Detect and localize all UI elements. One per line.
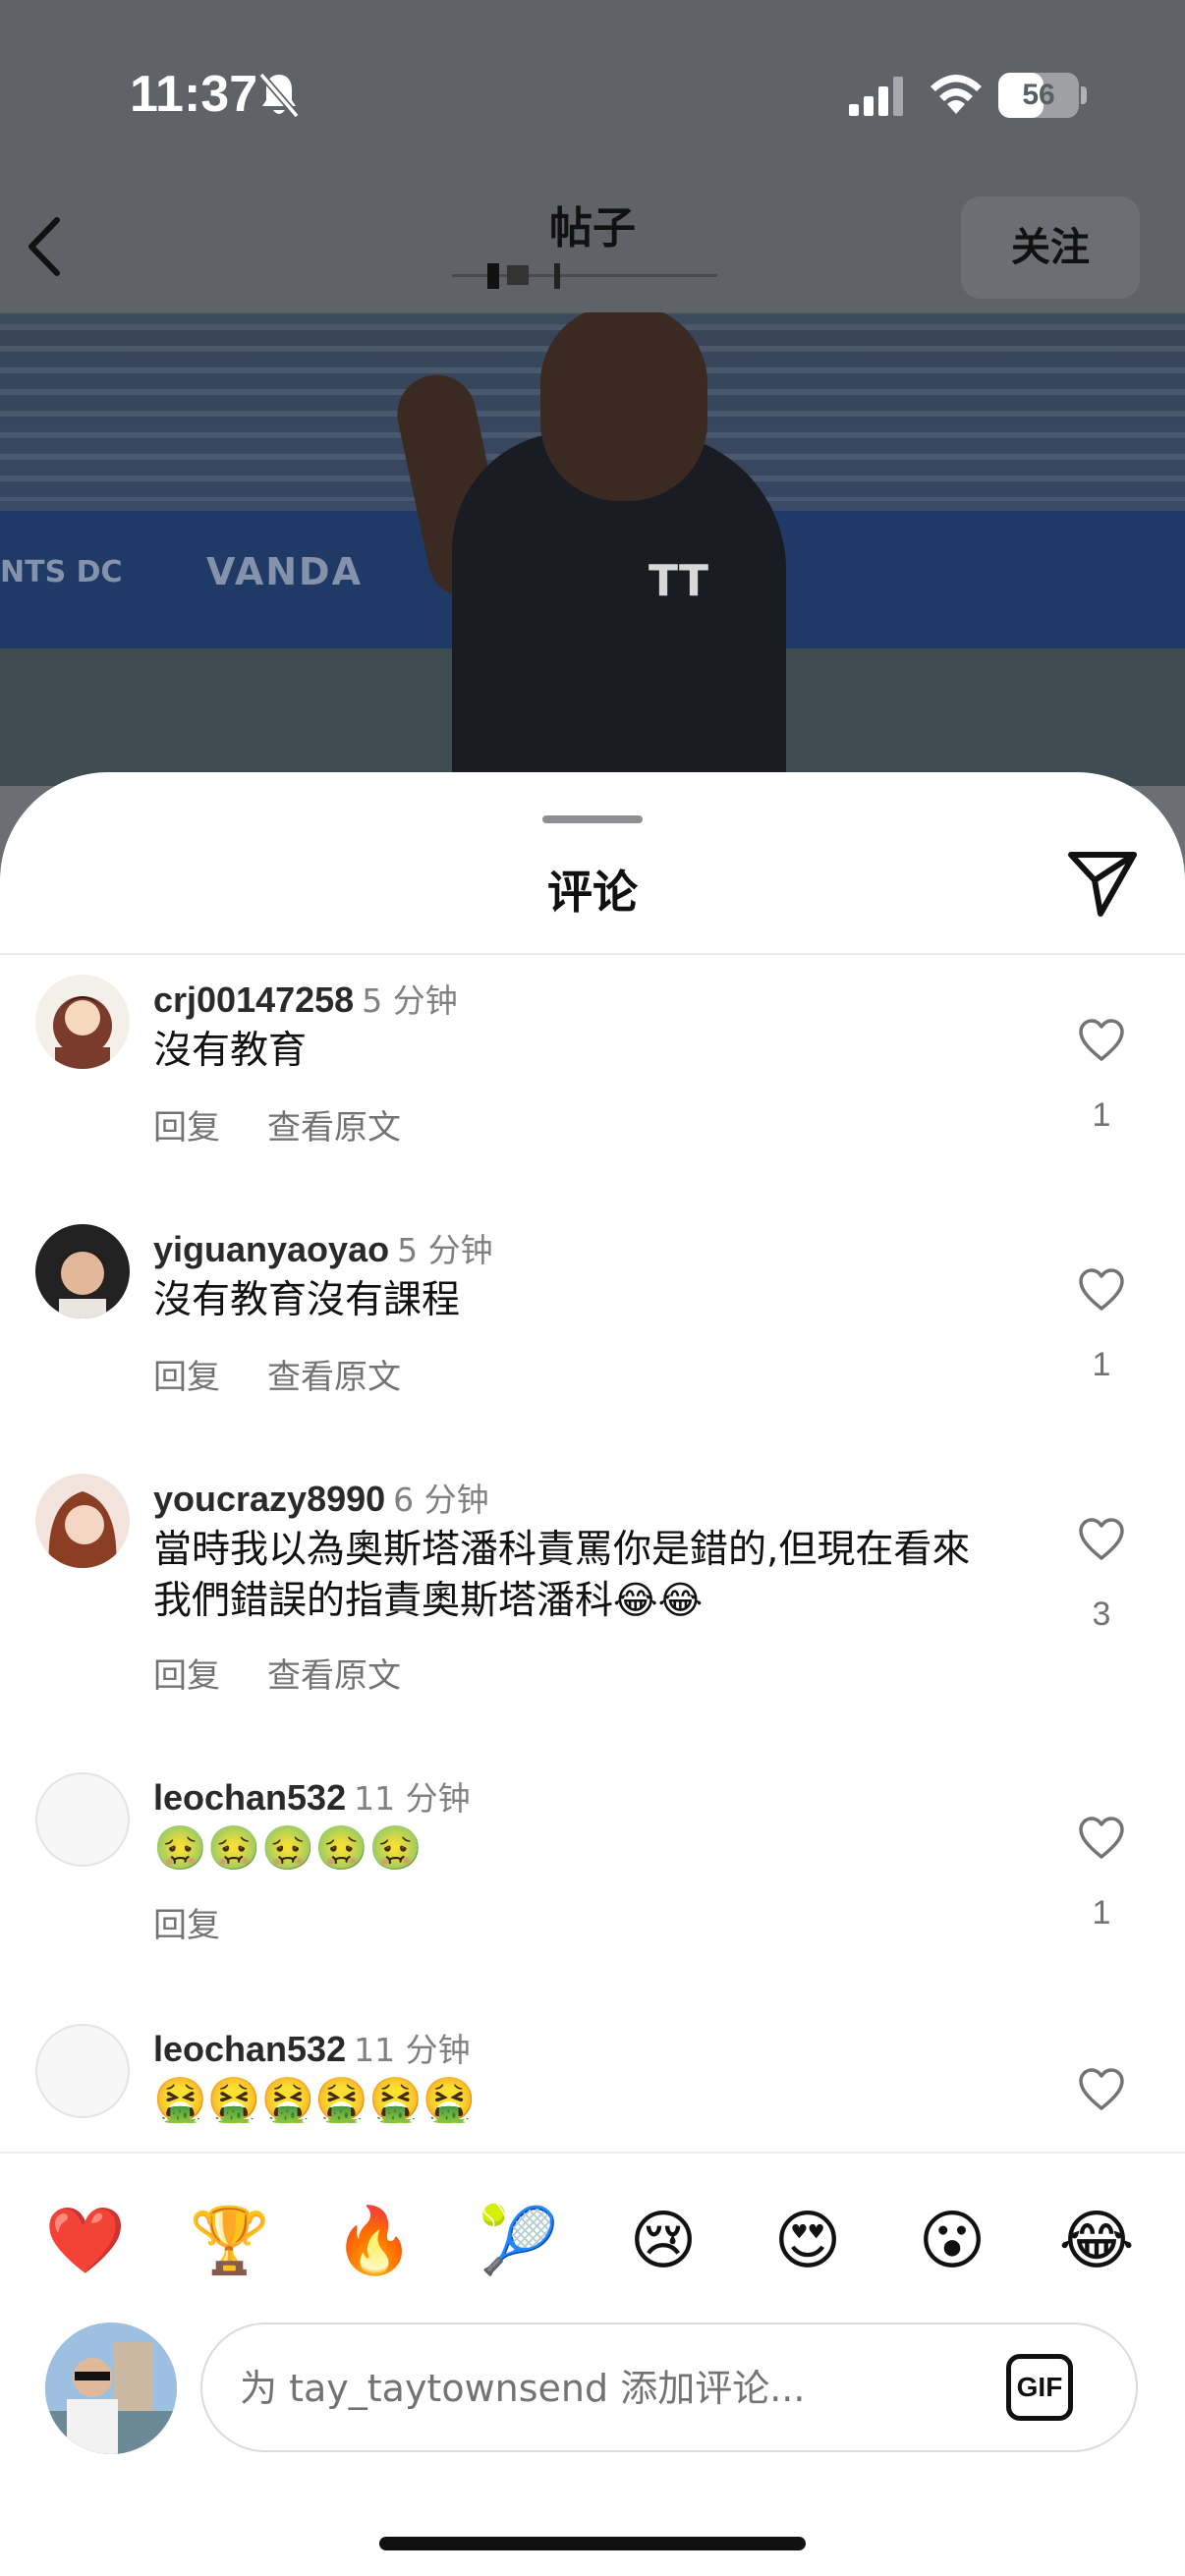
comment-username[interactable]: youcrazy8990 6 分钟: [153, 1474, 489, 1521]
emoji-crying-button[interactable]: 😢: [619, 2197, 707, 2285]
avatar[interactable]: [35, 2024, 130, 2118]
like-count: 1: [1092, 1096, 1111, 1134]
reply-button[interactable]: 回复: [153, 1906, 220, 1945]
comment-time: 6 分钟: [393, 1481, 489, 1519]
battery-indicator: 56: [998, 73, 1079, 118]
reply-button[interactable]: 回复: [153, 1108, 220, 1148]
see-original-button[interactable]: 查看原文: [267, 1108, 401, 1148]
emoji-surprised-button[interactable]: 😮: [908, 2197, 996, 2285]
comment-time: 11 分钟: [354, 1779, 471, 1818]
sheet-grabber[interactable]: [542, 815, 643, 823]
comment-username[interactable]: crj00147258 5 分钟: [153, 975, 458, 1022]
avatar[interactable]: [35, 975, 130, 1069]
comment-username[interactable]: leochan532 11 分钟: [153, 1772, 471, 1820]
emoji-heart-eyes-button[interactable]: 😍: [763, 2197, 852, 2285]
current-user-avatar: [45, 2323, 177, 2454]
battery-percent: 56: [1022, 79, 1055, 111]
comment-username[interactable]: yiguanyaoyao 5 分钟: [153, 1224, 493, 1271]
share-send-icon[interactable]: [1065, 849, 1140, 918]
home-indicator: [379, 2537, 806, 2550]
comment-text: 當時我以為奧斯塔潘科責罵你是錯的,但現在看來我們錯誤的指責奧斯塔潘科😂😂: [153, 1528, 971, 1623]
bell-off-icon: [258, 72, 300, 119]
cellular-signal-icon: [849, 77, 903, 116]
comment-time: 5 分钟: [362, 981, 458, 1020]
battery-nub: [1081, 86, 1087, 104]
comment-item: leochan532 11 分钟 🤮🤮🤮🤮🤮🤮: [0, 2024, 1185, 2152]
like-count: 1: [1092, 1894, 1111, 1932]
sheet-title: 评论: [547, 866, 638, 919]
see-original-button[interactable]: 查看原文: [267, 1358, 401, 1397]
shirt-logo: TT: [649, 556, 709, 606]
avatar[interactable]: [35, 1772, 130, 1867]
banner-text: VANDA: [206, 550, 363, 593]
comment-actions: 回复 查看原文: [153, 1350, 448, 1398]
comment-text: 🤢🤢🤢🤢🤢: [153, 1823, 423, 1874]
quick-emoji-row: ❤️ 🏆 🔥 🎾 😢 😍 😮 😂: [0, 2197, 1185, 2285]
username-subtitle-blurred: [452, 263, 717, 289]
heart-icon[interactable]: [1077, 1517, 1126, 1562]
heart-icon[interactable]: [1077, 2067, 1126, 2112]
emoji-tennis-button[interactable]: 🎾: [475, 2197, 563, 2285]
comment-actions: 回复 查看原文: [153, 1649, 448, 1697]
sheet-divider: [0, 953, 1185, 955]
reply-button[interactable]: 回复: [153, 1358, 220, 1397]
comment-time: 11 分钟: [354, 2031, 471, 2069]
comment-text: 沒有教育沒有課程: [153, 1278, 461, 1322]
emoji-trophy-button[interactable]: 🏆: [186, 2197, 274, 2285]
emoji-bar-divider: [0, 2152, 1185, 2154]
heart-icon[interactable]: [1077, 1267, 1126, 1313]
follow-button[interactable]: 关注: [961, 196, 1140, 299]
banner-text-left: NTS DC: [0, 555, 123, 589]
comment-username[interactable]: leochan532 11 分钟: [153, 2024, 471, 2071]
avatar[interactable]: [35, 1474, 130, 1568]
see-original-button[interactable]: 查看原文: [267, 1656, 401, 1696]
emoji-laughing-button[interactable]: 😂: [1052, 2197, 1141, 2285]
emoji-heart-button[interactable]: ❤️: [41, 2197, 130, 2285]
reply-button[interactable]: 回复: [153, 1656, 220, 1696]
gif-button[interactable]: GIF: [1006, 2354, 1073, 2421]
heart-icon[interactable]: [1077, 1018, 1126, 1063]
comment-time: 5 分钟: [397, 1231, 493, 1269]
wifi-icon: [931, 75, 982, 114]
heart-icon[interactable]: [1077, 1816, 1126, 1861]
emoji-fire-button[interactable]: 🔥: [330, 2197, 419, 2285]
like-count: 1: [1092, 1346, 1111, 1383]
like-count: 3: [1092, 1596, 1111, 1633]
status-time: 11:37: [130, 66, 258, 123]
player-head: [540, 305, 707, 501]
comment-input-placeholder: 为 tay_taytownsend 添加评论...: [240, 2367, 806, 2410]
comment-actions: 回复 查看原文: [153, 1100, 448, 1148]
comment-text: 🤮🤮🤮🤮🤮🤮: [153, 2075, 477, 2125]
comment-text: 沒有教育: [153, 1029, 308, 1073]
avatar[interactable]: [35, 1224, 130, 1318]
comment-actions: 回复: [153, 1898, 267, 1946]
